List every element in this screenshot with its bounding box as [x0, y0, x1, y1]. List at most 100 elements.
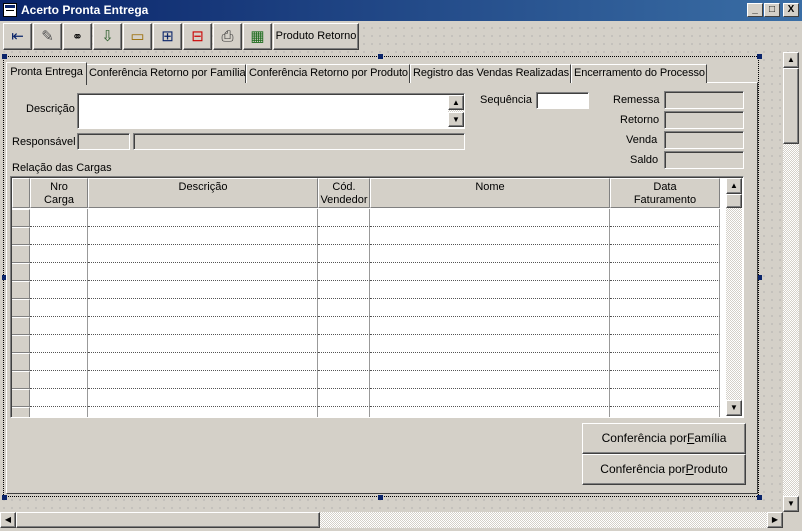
table-cell[interactable]	[30, 407, 88, 417]
column-header-cod-vendedor[interactable]: Cód. Vendedor	[318, 178, 370, 208]
cargas-grid[interactable]: Nro Carga Descrição Cód. Vendedor Nome D…	[10, 176, 744, 418]
window-horizontal-scrollbar[interactable]: ◀ ▶	[0, 512, 783, 528]
table-cell[interactable]	[370, 407, 610, 417]
table-cell[interactable]	[30, 317, 88, 335]
sequencia-field[interactable]	[536, 92, 589, 109]
import-button[interactable]: ⇩	[93, 23, 122, 50]
table-cell[interactable]	[370, 245, 610, 263]
row-indicator[interactable]	[12, 371, 30, 389]
table-cell[interactable]	[88, 263, 318, 281]
scroll-right-arrow-icon[interactable]: ▶	[767, 512, 783, 528]
table-cell[interactable]	[610, 263, 720, 281]
close-button[interactable]: X	[783, 3, 799, 17]
column-header-descricao[interactable]: Descrição	[88, 178, 318, 208]
spreadsheet-button[interactable]: ▦	[243, 23, 272, 50]
table-cell[interactable]	[88, 353, 318, 371]
table-cell[interactable]	[30, 281, 88, 299]
table-cell[interactable]	[30, 227, 88, 245]
column-header-nome[interactable]: Nome	[370, 178, 610, 208]
table-cell[interactable]	[318, 263, 370, 281]
scroll-up-arrow-icon[interactable]: ▲	[783, 52, 799, 68]
table-cell[interactable]	[30, 371, 88, 389]
table-cell[interactable]	[370, 263, 610, 281]
conferencia-produto-button[interactable]: Conferência por Produto	[582, 454, 746, 485]
open-button[interactable]: ▭	[123, 23, 152, 50]
scroll-thumb[interactable]	[726, 194, 742, 208]
table-cell[interactable]	[318, 227, 370, 245]
table-cell[interactable]	[88, 227, 318, 245]
table-cell[interactable]	[318, 317, 370, 335]
window-hscroll-thumb[interactable]	[16, 512, 320, 528]
saldo-field[interactable]	[664, 151, 744, 169]
table-cell[interactable]	[30, 299, 88, 317]
tab-pronta-entrega[interactable]: Pronta Entrega	[6, 62, 87, 85]
minimize-button[interactable]: _	[747, 3, 763, 17]
table-cell[interactable]	[30, 209, 88, 227]
table-cell[interactable]	[30, 353, 88, 371]
maximize-button[interactable]: □	[764, 3, 780, 17]
tab-conferencia-retorno-produto[interactable]: Conferência Retorno por Produto	[246, 64, 410, 83]
venda-field[interactable]	[664, 131, 744, 149]
tab-registro-vendas[interactable]: Registro das Vendas Realizadas	[410, 64, 571, 83]
row-indicator[interactable]	[12, 263, 30, 281]
row-indicator[interactable]	[12, 209, 30, 227]
row-indicator[interactable]	[12, 407, 30, 417]
table-cell[interactable]	[370, 371, 610, 389]
search-button[interactable]: ⚭	[63, 23, 92, 50]
table-cell[interactable]	[88, 245, 318, 263]
table-cell[interactable]	[370, 335, 610, 353]
scroll-down-arrow-icon[interactable]: ▼	[448, 112, 464, 127]
table-cell[interactable]	[370, 209, 610, 227]
table-cell[interactable]	[370, 299, 610, 317]
table-cell[interactable]	[88, 281, 318, 299]
scroll-up-arrow-icon[interactable]: ▲	[726, 178, 742, 194]
retorno-field[interactable]	[664, 111, 744, 129]
exit-button[interactable]: ⇤	[3, 23, 32, 50]
row-indicator[interactable]	[12, 353, 30, 371]
table-cell[interactable]	[30, 335, 88, 353]
tab-conferencia-retorno-familia[interactable]: Conferência Retorno por Família	[86, 64, 246, 83]
table-cell[interactable]	[88, 389, 318, 407]
column-header-nro-carga[interactable]: Nro Carga	[30, 178, 88, 208]
window-vertical-scrollbar[interactable]: ▲ ▼	[783, 52, 799, 512]
responsavel-code-field[interactable]	[77, 133, 130, 150]
scroll-left-arrow-icon[interactable]: ◀	[0, 512, 16, 528]
table-cell[interactable]	[30, 389, 88, 407]
table-cell[interactable]	[318, 299, 370, 317]
table-cell[interactable]	[370, 281, 610, 299]
table-cell[interactable]	[318, 335, 370, 353]
scroll-down-arrow-icon[interactable]: ▼	[726, 400, 742, 416]
table-cell[interactable]	[30, 263, 88, 281]
row-indicator[interactable]	[12, 281, 30, 299]
table-cell[interactable]	[88, 407, 318, 417]
table-cell[interactable]	[318, 371, 370, 389]
table-cell[interactable]	[318, 389, 370, 407]
table-cell[interactable]	[610, 317, 720, 335]
clear-button[interactable]: ✎	[33, 23, 62, 50]
descricao-memo[interactable]: ▲ ▼	[77, 93, 465, 129]
table-cell[interactable]	[88, 317, 318, 335]
table-cell[interactable]	[610, 353, 720, 371]
table-cell[interactable]	[610, 281, 720, 299]
insert-button[interactable]: ⊞	[153, 23, 182, 50]
table-cell[interactable]	[318, 407, 370, 417]
table-cell[interactable]	[370, 317, 610, 335]
table-cell[interactable]	[318, 245, 370, 263]
scroll-down-arrow-icon[interactable]: ▼	[783, 496, 799, 512]
table-cell[interactable]	[370, 353, 610, 371]
table-cell[interactable]	[88, 371, 318, 389]
tab-encerramento-processo[interactable]: Encerramento do Processo	[571, 64, 707, 83]
remessa-field[interactable]	[664, 91, 744, 109]
column-header-data-faturamento[interactable]: Data Faturamento	[610, 178, 720, 208]
row-indicator[interactable]	[12, 227, 30, 245]
table-cell[interactable]	[370, 389, 610, 407]
descricao-scrollbar[interactable]: ▲ ▼	[448, 95, 464, 127]
grid-scrollbar[interactable]: ▲ ▼	[726, 178, 742, 416]
table-cell[interactable]	[610, 389, 720, 407]
table-cell[interactable]	[88, 299, 318, 317]
table-cell[interactable]	[610, 227, 720, 245]
table-cell[interactable]	[610, 209, 720, 227]
table-cell[interactable]	[610, 407, 720, 417]
row-indicator[interactable]	[12, 389, 30, 407]
row-indicator[interactable]	[12, 299, 30, 317]
